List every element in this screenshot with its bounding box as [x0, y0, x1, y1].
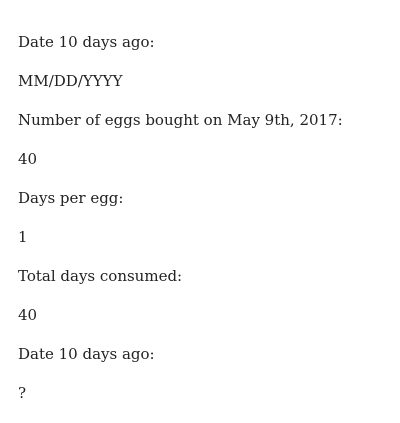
- date-10-days-ago-label: Date 10 days ago:: [18, 33, 155, 51]
- date-format-value: MM/DD/YYYY: [18, 72, 123, 90]
- date-10-days-ago-label-repeat: Date 10 days ago:: [18, 345, 155, 363]
- total-days-consumed-value: 40: [18, 306, 38, 324]
- date-10-days-ago-answer: ?: [18, 384, 27, 402]
- worksheet-page: Date 10 days ago: MM/DD/YYYY Number of e…: [0, 0, 400, 420]
- days-per-egg-label: Days per egg:: [18, 189, 124, 207]
- total-days-consumed-label: Total days consumed:: [18, 267, 183, 285]
- eggs-bought-label: Number of eggs bought on May 9th, 2017:: [18, 111, 343, 129]
- days-per-egg-value: 1: [18, 228, 28, 246]
- eggs-bought-value: 40: [18, 150, 38, 168]
